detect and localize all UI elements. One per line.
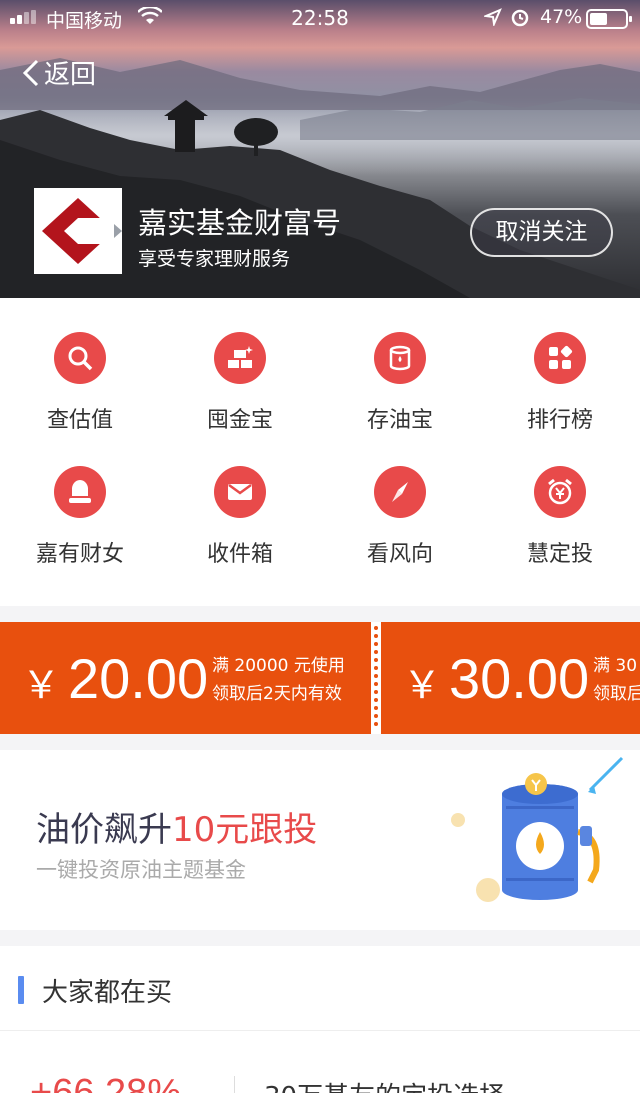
coupon-value: 30.00 [449,647,590,710]
coupon-condition: 满 20000 元使用 [212,656,345,676]
fund-return-rate: +66.28% [30,1072,182,1093]
menu-item-auto-invest[interactable]: 慧定投 [480,462,640,594]
compass-icon [374,466,426,518]
coupon-strip: ￥ 20.00 满 20000 元使用 领取后2天内有效 ￥ 30.00 满 30 … [0,622,640,734]
back-label: 返回 [44,60,97,90]
section-title: 大家都在买 [42,978,173,1008]
fund-item-name[interactable]: 30万基友的定投选择 [264,1076,505,1093]
chevron-left-icon [22,59,39,86]
battery-percentage: 47% [540,6,583,28]
menu-item-inbox[interactable]: 收件箱 [160,462,320,594]
promo-headline-highlight: 10元跟投 [172,810,318,850]
search-icon [54,332,106,384]
location-arrow-icon [484,8,502,26]
coupon-amount: ￥ 30.00 [403,646,589,711]
woman-icon [54,466,106,518]
section-accent-bar [18,976,24,1004]
header-banner: 中国移动 22:58 47% 返回 嘉实基金财富号 享受专家理财服务 取消关注 [0,0,640,298]
feature-grid: 查估值 囤金宝 存油宝 排行榜 嘉有财女 收件箱 看风向 慧定投 [0,298,640,606]
menu-item-trend[interactable]: 看风向 [320,462,480,594]
coupon-card[interactable]: ￥ 20.00 满 20000 元使用 领取后2天内有效 [0,622,371,734]
menu-item-label: 排行榜 [526,408,593,433]
section-divider [0,1030,640,1031]
menu-item-label: 看风向 [366,542,433,567]
promo-headline: 油价飙升10元跟投 [36,802,317,851]
ranking-icon [534,332,586,384]
menu-item-women[interactable]: 嘉有财女 [0,462,160,594]
mail-icon [214,466,266,518]
menu-item-oil[interactable]: 存油宝 [320,328,480,460]
currency-symbol: ￥ [22,665,61,707]
back-button[interactable]: 返回 [22,54,96,91]
menu-item-label: 存油宝 [366,408,433,433]
account-name: 嘉实基金财富号 [138,206,342,240]
coupon-terms: 满 30 领取后 [593,652,640,708]
promo-headline-prefix: 油价飙升 [36,810,172,850]
coupon-condition: 满 30 [593,656,638,676]
menu-item-label: 嘉有财女 [35,542,124,567]
alarm-clock-yen-icon [534,466,586,518]
currency-symbol: ￥ [403,665,442,707]
status-bar: 中国移动 22:58 47% [0,0,640,36]
oil-barrel-illustration [451,756,624,902]
popular-section: 大家都在买 +66.28% 30万基友的定投选择 [0,946,640,1093]
unfollow-button[interactable]: 取消关注 [470,208,613,257]
menu-item-label: 囤金宝 [206,408,273,433]
coupon-perforation [371,622,381,734]
account-description: 享受专家理财服务 [138,248,291,270]
oil-barrel-icon [374,332,426,384]
coupon-terms: 满 20000 元使用 领取后2天内有效 [212,652,345,708]
gold-bars-icon [214,332,266,384]
menu-item-ranking[interactable]: 排行榜 [480,328,640,460]
promo-subtitle: 一键投资原油主题基金 [36,858,246,882]
coupon-amount: ￥ 20.00 [22,646,208,711]
coupon-value: 20.00 [68,647,209,710]
fund-logo [34,188,122,274]
coupon-validity: 领取后2天内有效 [212,684,342,704]
menu-item-label: 查估值 [46,408,113,433]
coupon-card[interactable]: ￥ 30.00 满 30 领取后 [381,622,640,734]
alarm-icon [511,9,529,27]
menu-item-label: 收件箱 [206,542,273,567]
item-divider [234,1076,235,1093]
battery-icon [586,9,632,29]
oil-promo-banner[interactable]: 油价飙升10元跟投 一键投资原油主题基金 [0,750,640,930]
menu-item-label: 慧定投 [526,542,593,567]
coupon-validity: 领取后 [593,684,640,704]
menu-item-valuation[interactable]: 查估值 [0,328,160,460]
menu-item-gold[interactable]: 囤金宝 [160,328,320,460]
